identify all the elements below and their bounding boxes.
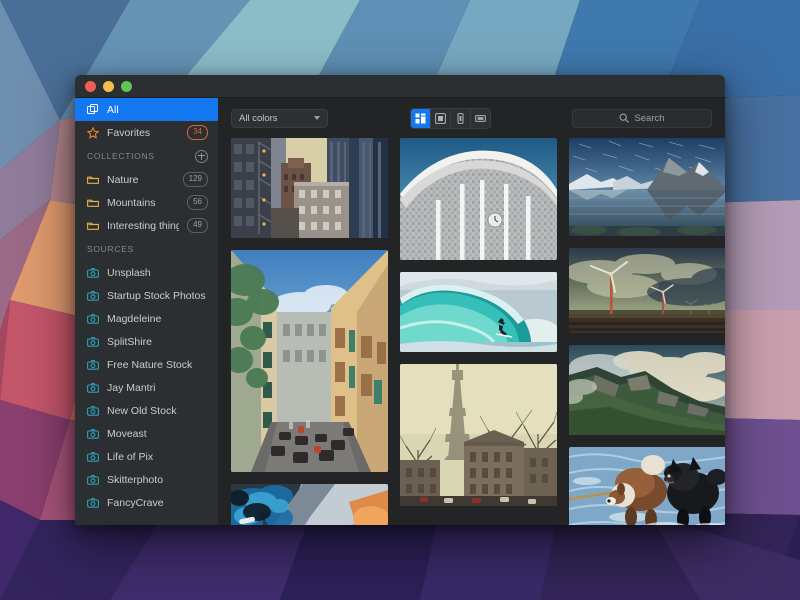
landscape-view-button[interactable]	[470, 108, 490, 128]
window-body: All Favorites 34 COLLECTIONS Nature 129 …	[75, 98, 725, 525]
sidebar-item-fancycrave[interactable]: FancyCrave	[75, 491, 218, 514]
collection-count-badge: 129	[182, 171, 208, 188]
masonry-grid-icon	[415, 113, 425, 123]
chevron-down-icon	[314, 116, 320, 120]
portrait-view-button[interactable]	[450, 108, 471, 128]
sidebar-item-free-nature-stock[interactable]: Free Nature Stock	[75, 353, 218, 376]
minimize-button[interactable]	[103, 80, 114, 92]
sidebar-item-label: FancyCrave	[107, 496, 164, 509]
camera-icon	[87, 313, 99, 324]
sidebar-item-label: Favorites	[107, 126, 151, 139]
collection-count-badge: 49	[187, 217, 208, 234]
camera-icon	[87, 497, 99, 508]
folder-icon	[87, 199, 99, 207]
camera-icon	[87, 267, 99, 278]
folder-icon	[87, 222, 99, 230]
maximize-button[interactable]	[121, 80, 132, 92]
masonry-view-button[interactable]	[410, 108, 431, 128]
camera-icon	[87, 474, 99, 485]
collections-section-header: COLLECTIONS	[75, 144, 218, 168]
app-window: All Favorites 34 COLLECTIONS Nature 129 …	[75, 75, 725, 525]
toolbar: All colors Search	[218, 98, 725, 138]
photo-surfer-big-wave[interactable]	[400, 272, 557, 352]
photo-curved-concrete-facade[interactable]	[400, 138, 557, 260]
folder-icon	[87, 176, 99, 184]
sidebar-item-unsplash[interactable]: Unsplash	[75, 261, 218, 284]
search-placeholder: Search	[634, 112, 665, 124]
sidebar-item-favorites[interactable]: Favorites 34	[75, 121, 218, 144]
photo-column-2	[400, 138, 557, 512]
sidebar-item-all[interactable]: All	[75, 98, 218, 121]
view-mode-segmented-control	[409, 107, 491, 129]
camera-icon	[87, 359, 99, 370]
sidebar-item-label: Life of Pix	[107, 450, 154, 463]
photo-snow-mountain-lake[interactable]	[569, 138, 725, 236]
search-input[interactable]: Search	[572, 108, 712, 128]
camera-icon	[87, 290, 99, 301]
color-filter-value: All colors	[239, 112, 278, 124]
sidebar-item-jay-mantri[interactable]: Jay Mantri	[75, 376, 218, 399]
sidebar-item-label: New Old Stock	[107, 404, 177, 417]
favorites-count-badge: 34	[187, 124, 208, 141]
desktop: All Favorites 34 COLLECTIONS Nature 129 …	[0, 0, 800, 600]
sidebar-item-new-old-stock[interactable]: New Old Stock	[75, 399, 218, 422]
sidebar-item-label: Unsplash	[107, 266, 151, 279]
photo-two-dogs-water[interactable]	[569, 447, 725, 525]
collections-label: COLLECTIONS	[87, 151, 155, 161]
camera-icon	[87, 405, 99, 416]
content-area: All colors Search	[218, 98, 725, 525]
sidebar-item-label: Jay Mantri	[107, 381, 156, 394]
close-button[interactable]	[85, 80, 96, 92]
photo-column-1	[231, 138, 388, 525]
sidebar-item-label: Nature	[107, 173, 139, 186]
sources-section-header: SOURCES	[75, 237, 218, 261]
sources-label: SOURCES	[87, 244, 134, 254]
sidebar-item-label: Mountains	[107, 196, 156, 209]
landscape-icon	[474, 114, 486, 122]
camera-icon	[87, 336, 99, 347]
sidebar-item-nature[interactable]: Nature 129	[75, 168, 218, 191]
star-icon	[87, 126, 99, 138]
photo-green-cliffs-clouds[interactable]	[569, 345, 725, 435]
window-controls	[75, 80, 132, 92]
search-icon	[619, 113, 630, 123]
stacked-squares-icon	[87, 103, 98, 114]
sidebar-item-mountains[interactable]: Mountains 56	[75, 191, 218, 214]
photo-city-buildings-dusk[interactable]	[231, 138, 388, 238]
sidebar-item-label: Startup Stock Photos	[107, 289, 206, 302]
color-filter-select[interactable]: All colors	[231, 108, 328, 128]
photo-column-3	[569, 138, 725, 525]
sidebar-item-label: All	[107, 103, 119, 116]
camera-icon	[87, 382, 99, 393]
sidebar-item-moveast[interactable]: Moveast	[75, 422, 218, 445]
photo-grid	[218, 138, 725, 525]
view-mode-group	[338, 107, 562, 129]
camera-icon	[87, 451, 99, 462]
sidebar-item-label: Skitterphoto	[107, 473, 164, 486]
square-grid-icon	[434, 112, 446, 124]
plus-circle-icon[interactable]	[195, 149, 208, 163]
sidebar-item-life-of-pix[interactable]: Life of Pix	[75, 445, 218, 468]
portrait-icon	[457, 112, 463, 124]
sidebar-item-label: Interesting things	[107, 219, 180, 232]
photo-wind-turbines-field[interactable]	[569, 248, 725, 333]
sidebar-item-startup-stock-photos[interactable]: Startup Stock Photos	[75, 284, 218, 307]
sidebar-item-splitshire[interactable]: SplitShire	[75, 330, 218, 353]
sidebar-item-label: Magdeleine	[107, 312, 162, 325]
sidebar-item-skitterphoto[interactable]: Skitterphoto	[75, 468, 218, 491]
collection-count-badge: 56	[187, 194, 208, 211]
sidebar-item-interesting-things[interactable]: Interesting things 49	[75, 214, 218, 237]
camera-icon	[87, 428, 99, 439]
window-titlebar[interactable]	[75, 75, 725, 98]
photo-blue-smoke[interactable]	[231, 484, 388, 525]
sidebar-item-label: Moveast	[107, 427, 147, 440]
sidebar: All Favorites 34 COLLECTIONS Nature 129 …	[75, 98, 218, 525]
grid-view-button[interactable]	[430, 108, 451, 128]
sidebar-item-label: SplitShire	[107, 335, 152, 348]
sidebar-item-magdeleine[interactable]: Magdeleine	[75, 307, 218, 330]
photo-eiffel-tower-paris[interactable]	[400, 364, 557, 506]
sidebar-item-label: Free Nature Stock	[107, 358, 193, 371]
photo-old-town-street[interactable]	[231, 250, 388, 472]
